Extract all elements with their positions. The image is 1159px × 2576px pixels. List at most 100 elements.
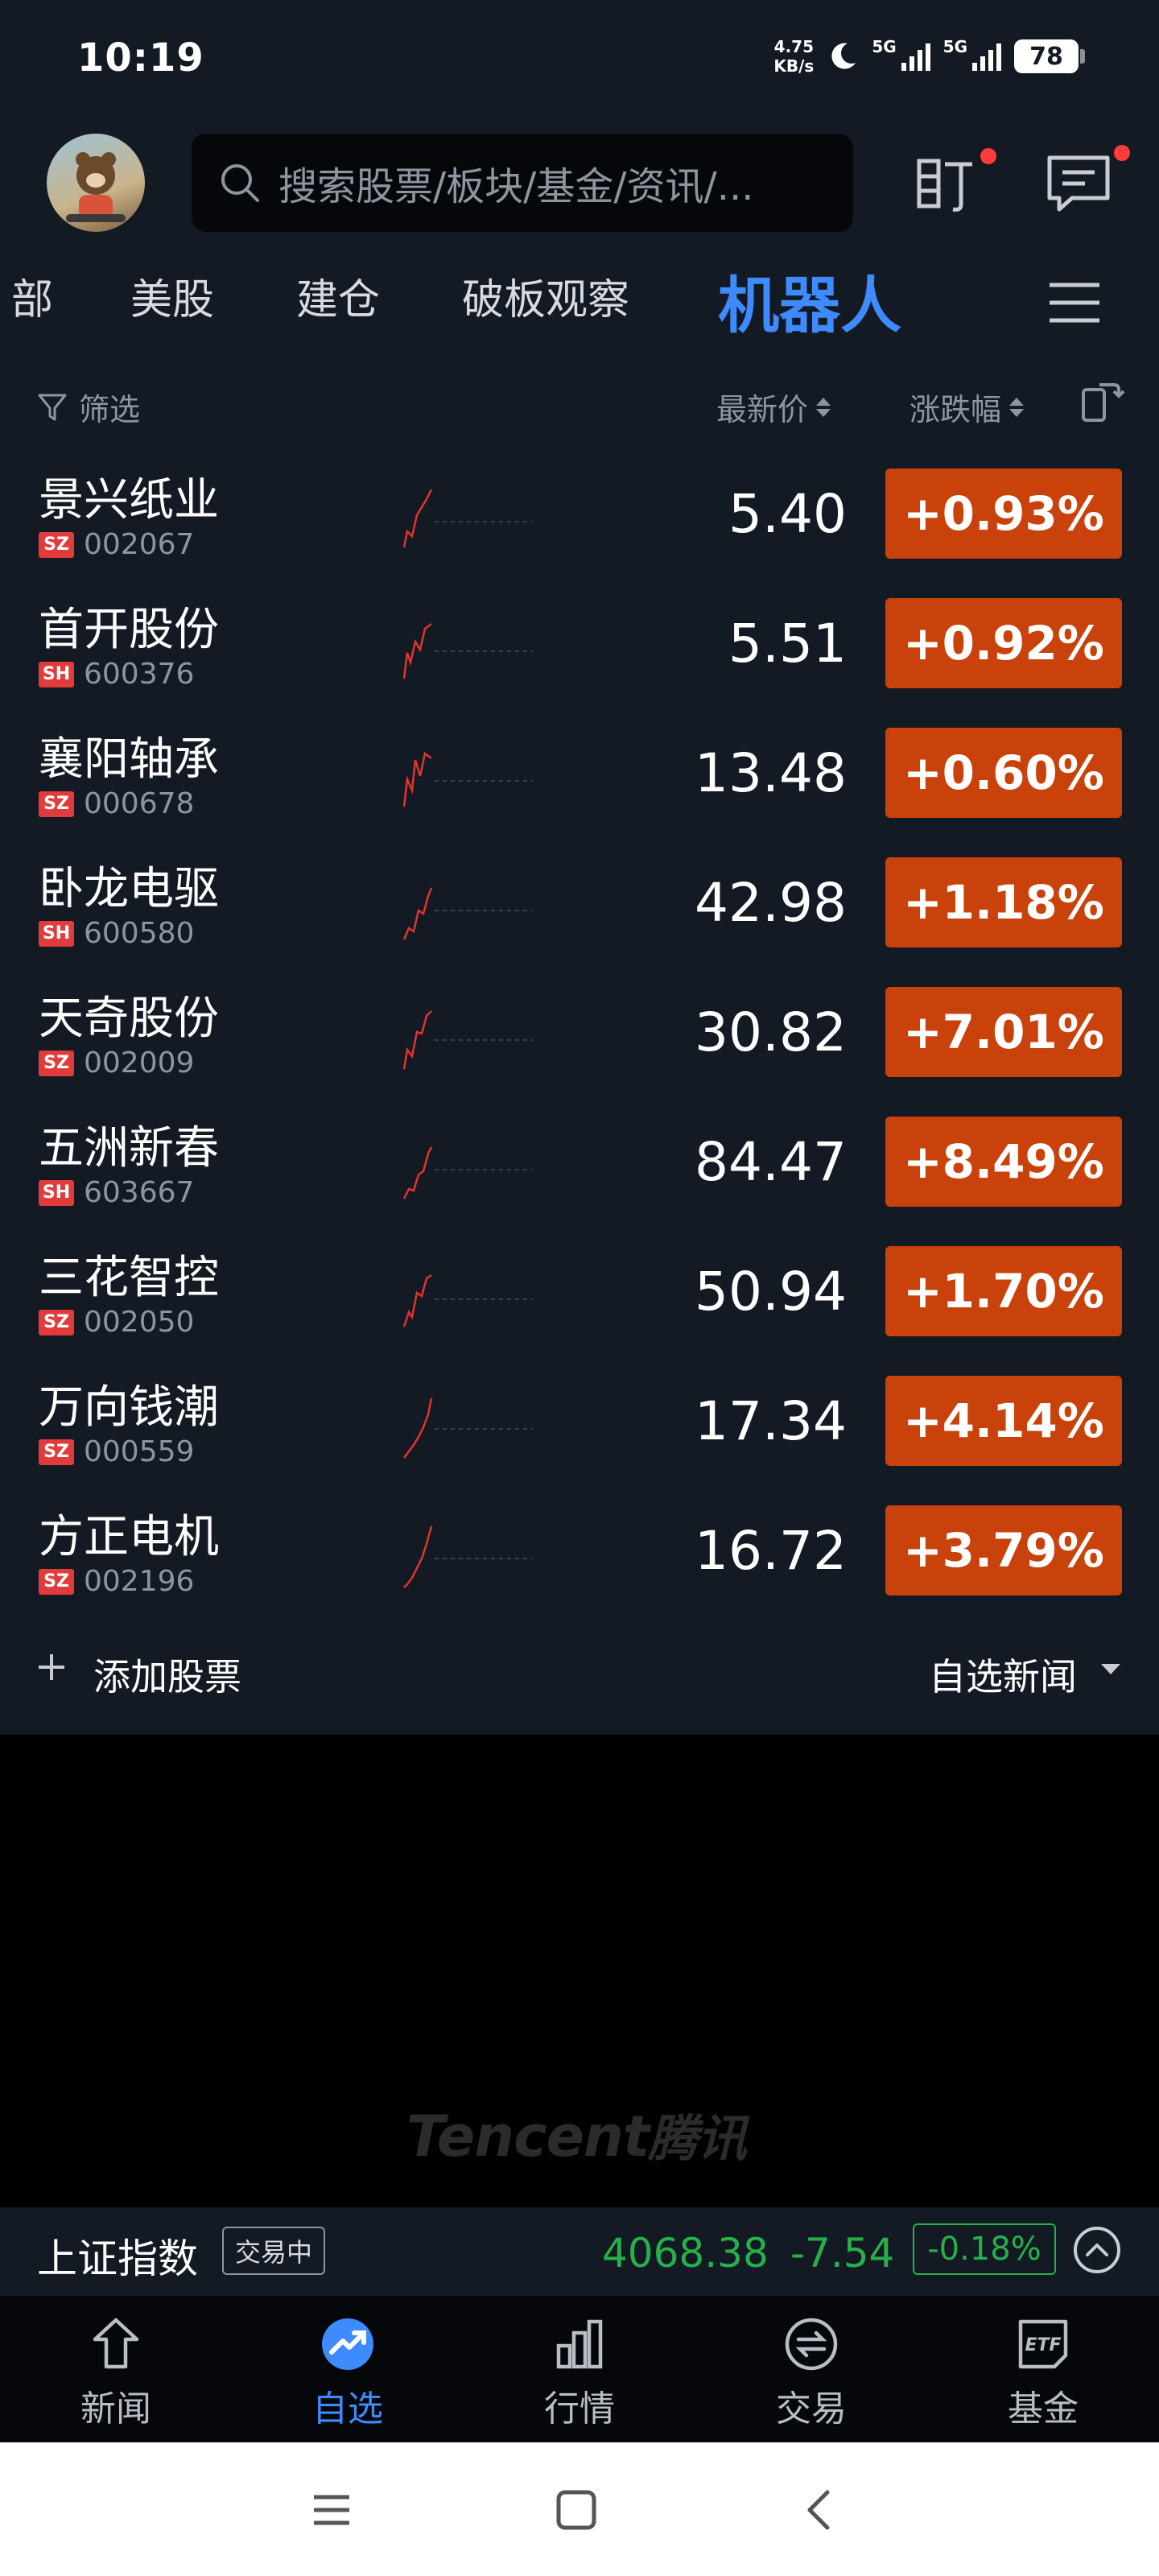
stock-row[interactable]: 方正电机 SZ 002196 16.72 +3.79%: [0, 1488, 1159, 1617]
stock-change-badge[interactable]: +0.93%: [885, 469, 1122, 559]
stock-code: 603667: [84, 1176, 195, 1209]
home-icon[interactable]: [554, 2487, 599, 2533]
market-badge: SZ: [39, 1309, 74, 1335]
nav-trade[interactable]: 交易: [695, 2296, 927, 2442]
tab-broken-board[interactable]: 破板观察: [462, 266, 629, 326]
stock-change-badge[interactable]: +0.92%: [885, 598, 1122, 688]
stock-code-group: SZ 002196: [39, 1565, 194, 1598]
sort-arrows-icon: [816, 397, 831, 417]
sort-by-change[interactable]: 涨跌幅: [909, 385, 1025, 429]
market-badge: SZ: [39, 1439, 74, 1465]
filter-button[interactable]: 筛选: [37, 385, 140, 429]
market-icon: [556, 2319, 603, 2369]
stock-change-badge[interactable]: +3.79%: [885, 1505, 1122, 1596]
stock-price: 5.40: [728, 483, 847, 545]
message-icon[interactable]: [1045, 150, 1112, 217]
stock-name: 五洲新春: [39, 1122, 219, 1174]
signal-icon: [901, 43, 930, 71]
sort-by-price[interactable]: 最新价: [716, 385, 831, 429]
moon-icon: [831, 43, 856, 69]
status-bar: 10:19 4.75 KB/s 5G 5G 78: [0, 0, 1159, 121]
trading-status-badge: 交易中: [222, 2227, 326, 2275]
message-notification-dot: [1114, 145, 1130, 161]
stock-code: 002067: [84, 528, 195, 561]
stock-code-group: SZ 002009: [39, 1046, 194, 1080]
sort-arrows-icon: [1009, 397, 1025, 417]
stock-change-badge[interactable]: +8.49%: [885, 1117, 1122, 1207]
stock-code: 002050: [84, 1306, 195, 1339]
list-header: 筛选 最新价 涨跌幅: [0, 354, 1159, 451]
tencent-logo: Tencent 腾讯: [406, 2103, 751, 2169]
expand-up-icon[interactable]: [1072, 2225, 1122, 2275]
avatar[interactable]: [47, 134, 145, 232]
system-nav-bar: [0, 2442, 1159, 2576]
filter-icon: [38, 394, 67, 420]
svg-text:Tencent: Tencent: [406, 2103, 652, 2169]
stock-name: 襄阳轴承: [39, 733, 219, 786]
battery-indicator: 78: [1014, 39, 1085, 73]
nav-market[interactable]: 行情: [464, 2296, 695, 2442]
sparkline-chart: [402, 623, 533, 679]
nav-fund[interactable]: ETF 基金: [927, 2296, 1159, 2442]
svg-text:腾讯: 腾讯: [647, 2109, 750, 2168]
stock-name: 方正电机: [39, 1511, 219, 1563]
news-icon: [93, 2318, 139, 2369]
index-change-pct: -0.18%: [913, 2223, 1056, 2275]
stock-name: 景兴纸业: [39, 474, 219, 526]
stock-change-badge[interactable]: +1.18%: [885, 857, 1122, 947]
stock-change-badge[interactable]: +1.70%: [885, 1246, 1122, 1336]
watch-icon[interactable]: [916, 150, 984, 217]
stock-code-group: SH 600580: [39, 917, 194, 950]
stock-name: 三花智控: [39, 1252, 219, 1304]
market-badge: SH: [39, 661, 74, 687]
stock-price: 84.47: [695, 1131, 847, 1193]
stock-code-group: SH 603667: [39, 1176, 194, 1209]
trade-icon: [785, 2318, 838, 2371]
stock-row[interactable]: 五洲新春 SH 603667 84.47 +8.49%: [0, 1099, 1159, 1228]
menu-icon[interactable]: [1046, 277, 1103, 328]
index-change: -7.54: [790, 2230, 895, 2277]
stock-row[interactable]: 景兴纸业 SZ 002067 5.40 +0.93%: [0, 451, 1159, 580]
recents-icon[interactable]: [309, 2487, 354, 2533]
add-stock-button[interactable]: 添加股票: [93, 1648, 241, 1701]
market-badge: SZ: [39, 791, 74, 817]
plus-icon[interactable]: [35, 1651, 68, 1683]
watch-notification-dot: [980, 148, 996, 164]
stock-row[interactable]: 三花智控 SZ 002050 50.94 +1.70%: [0, 1228, 1159, 1358]
tencent-logo-watermark: Tencent 腾讯: [0, 2101, 1159, 2187]
stock-change-badge[interactable]: +0.60%: [885, 728, 1122, 818]
tab-us-stocks[interactable]: 美股: [130, 266, 214, 326]
status-indicators: 4.75 KB/s 5G 5G 78: [773, 32, 1085, 80]
watchlist-icon: [322, 2318, 373, 2370]
index-ticker[interactable]: 上证指数 交易中 4068.38 -7.54 -0.18%: [0, 2207, 1159, 2296]
sparkline-chart: [402, 1274, 533, 1327]
stock-change-badge[interactable]: +7.01%: [885, 987, 1122, 1077]
tab-robot[interactable]: 机器人: [718, 256, 901, 345]
sparkline-chart: [402, 1010, 533, 1070]
stock-row[interactable]: 万向钱潮 SZ 000559 17.34 +4.14%: [0, 1358, 1159, 1488]
tab-all[interactable]: 部: [11, 266, 53, 326]
search-placeholder: 搜索股票/板块/基金/资讯/...: [278, 164, 754, 209]
stock-code-group: SZ 000559: [39, 1435, 194, 1468]
svg-text:ETF: ETF: [1025, 2335, 1061, 2355]
search-box[interactable]: 搜索股票/板块/基金/资讯/...: [192, 134, 853, 232]
stock-name: 卧龙电驱: [39, 863, 219, 915]
stock-code: 000678: [84, 787, 195, 820]
stock-row[interactable]: 卧龙电驱 SH 600580 42.98 +1.18%: [0, 840, 1159, 969]
index-name: 上证指数: [37, 2235, 198, 2282]
stock-change-badge[interactable]: +4.14%: [885, 1376, 1122, 1466]
back-icon[interactable]: [798, 2487, 843, 2533]
nav-news[interactable]: 新闻: [0, 2296, 232, 2442]
stock-row[interactable]: 襄阳轴承 SZ 000678 13.48 +0.60%: [0, 710, 1159, 840]
sim2-signal: 5G: [943, 37, 1003, 76]
tab-build-position[interactable]: 建仓: [296, 266, 380, 326]
watchlist-news-dropdown[interactable]: 自选新闻: [929, 1648, 1077, 1701]
nav-watchlist[interactable]: 自选: [232, 2296, 464, 2442]
stock-code-group: SZ 002067: [39, 528, 194, 561]
net-speed: 4.75 KB/s: [773, 37, 815, 76]
toggle-display-icon[interactable]: [1075, 377, 1127, 428]
stock-row[interactable]: 首开股份 SH 600376 5.51 +0.92%: [0, 580, 1159, 710]
stock-row[interactable]: 天奇股份 SZ 002009 30.82 +7.01%: [0, 969, 1159, 1099]
stock-code: 002009: [84, 1046, 195, 1080]
stock-code-group: SZ 000678: [39, 787, 194, 820]
